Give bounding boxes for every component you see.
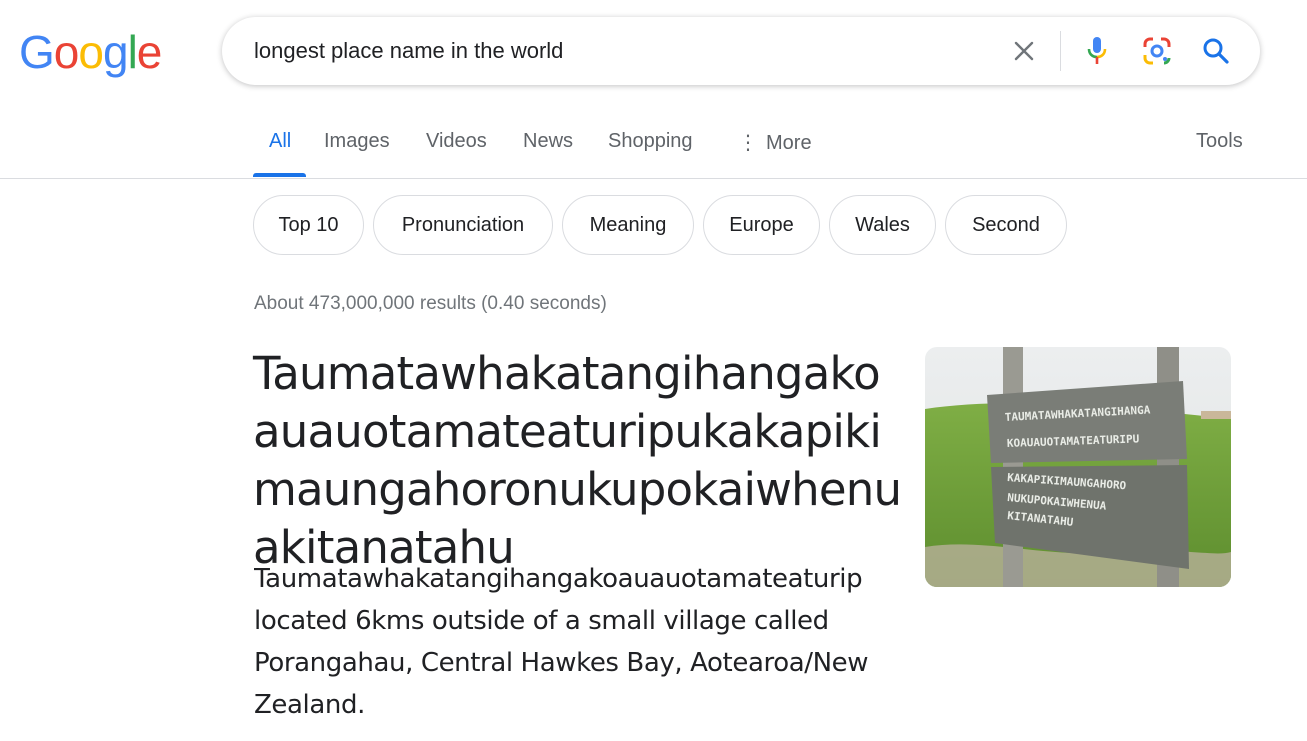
tab-more-label: More <box>766 132 812 154</box>
result-stats: About 473,000,000 results (0.40 seconds) <box>254 293 607 314</box>
chip-wales[interactable]: Wales <box>829 195 936 255</box>
tab-videos[interactable]: Videos <box>426 130 487 153</box>
chip-top-10[interactable]: Top 10 <box>253 195 364 255</box>
search-divider <box>1060 31 1061 71</box>
google-lens-icon[interactable] <box>1139 33 1175 69</box>
google-logo[interactable]: Google <box>19 26 163 78</box>
featured-image[interactable]: TAUMATAWHAKATANGIHANGA KOAUAUOTAMATEATUR… <box>925 347 1231 587</box>
logo-letter: l <box>127 26 138 78</box>
logo-letter: o <box>78 26 104 78</box>
close-icon[interactable] <box>1006 33 1042 69</box>
logo-letter: G <box>19 26 55 78</box>
featured-description-line1: Taumatawhakatangihangakoauauotamateaturi… <box>254 564 863 594</box>
tools-button[interactable]: Tools <box>1196 130 1243 153</box>
more-vert-icon: ⋮ <box>738 132 758 154</box>
featured-description-rest: located 6kms outside of a small village … <box>254 606 869 720</box>
tab-shopping[interactable]: Shopping <box>608 130 693 153</box>
tab-more[interactable]: ⋮ More <box>738 130 812 155</box>
tab-all[interactable]: All <box>269 130 291 153</box>
search-input[interactable] <box>254 17 994 85</box>
search-box <box>222 17 1260 85</box>
featured-description: Taumatawhakatangihangakoauauotamateaturi… <box>254 558 896 726</box>
microphone-icon[interactable] <box>1079 33 1115 69</box>
featured-answer-title: Taumatawhakatangihangakoauauotamateaturi… <box>253 347 902 574</box>
chip-pronunciation[interactable]: Pronunciation <box>373 195 553 255</box>
tab-news[interactable]: News <box>523 130 573 153</box>
chip-europe[interactable]: Europe <box>703 195 820 255</box>
tab-images[interactable]: Images <box>324 130 390 153</box>
search-tabs: All Images Videos News Shopping ⋮ More To… <box>0 112 1307 179</box>
chip-meaning[interactable]: Meaning <box>562 195 694 255</box>
search-icon[interactable] <box>1198 33 1234 69</box>
chip-second[interactable]: Second <box>945 195 1067 255</box>
logo-letter: o <box>53 26 80 78</box>
active-tab-indicator <box>253 173 306 177</box>
logo-letter: e <box>136 26 163 78</box>
sign-photo: TAUMATAWHAKATANGIHANGA KOAUAUOTAMATEATUR… <box>925 347 1231 587</box>
logo-letter: g <box>102 26 129 78</box>
